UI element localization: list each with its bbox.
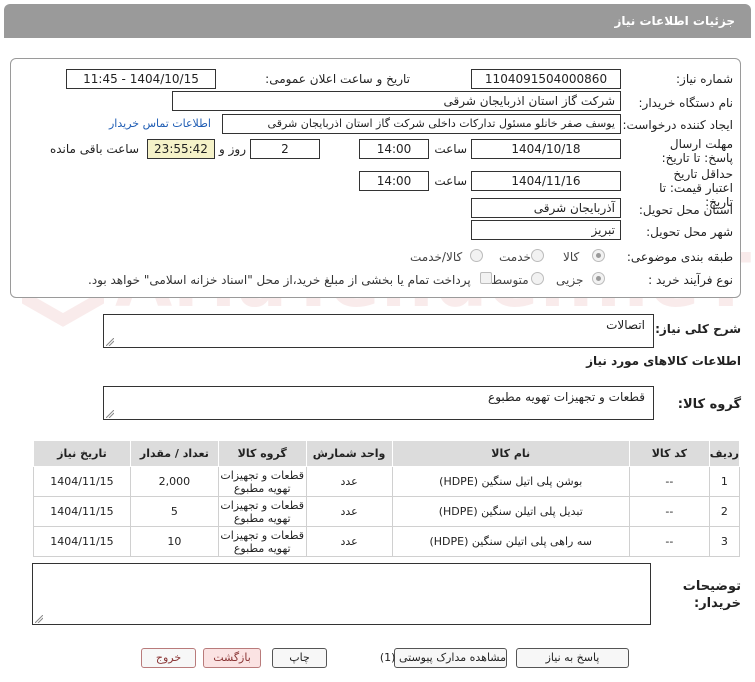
delivery-city-field: تبریز bbox=[471, 220, 621, 240]
cell-unit: عدد bbox=[305, 496, 393, 527]
cell-name: تبدیل پلی اتیلن سنگین (HDPE) bbox=[391, 496, 630, 527]
col-name: نام کالا bbox=[391, 440, 630, 467]
cell-group: قطعات و تجهیزات تهویه مطبوع bbox=[217, 526, 307, 557]
cell-code: -- bbox=[628, 526, 710, 557]
reply-deadline-time: 14:00 bbox=[359, 139, 429, 159]
resize-handle-icon[interactable] bbox=[106, 410, 114, 418]
print-button[interactable]: چاپ bbox=[272, 648, 327, 668]
col-code: کد کالا bbox=[628, 440, 710, 467]
buyer-org-field: شرکت گاز استان اذربایجان شرقی bbox=[172, 91, 621, 111]
treasury-payment-checkbox[interactable] bbox=[480, 272, 492, 284]
price-validity-time: 14:00 bbox=[359, 171, 429, 191]
category-label: طبقه بندی موضوعی: bbox=[626, 250, 733, 264]
category-radio-service[interactable] bbox=[531, 249, 544, 262]
cell-name: بوشن پلی اتیل سنگین (HDPE) bbox=[391, 466, 630, 497]
treasury-payment-note: پرداخت تمام یا بخشی از مبلغ خرید،از محل … bbox=[88, 273, 471, 287]
cell-quantity: 5 bbox=[129, 496, 219, 527]
cell-need-date: 1404/11/15 bbox=[33, 496, 131, 527]
goods-group-label: گروه کالا: bbox=[677, 397, 741, 412]
requester-label: ایجاد کننده درخواست: bbox=[622, 118, 733, 132]
need-description-field: اتصالات bbox=[103, 314, 654, 348]
delivery-province-label: استان محل تحویل: bbox=[638, 203, 733, 217]
need-description-text: اتصالات bbox=[606, 318, 645, 332]
cell-row: 3 bbox=[708, 526, 741, 557]
cell-unit: عدد bbox=[305, 466, 393, 497]
goods-group-field: قطعات و تجهیزات تهویه مطبوع bbox=[103, 386, 654, 420]
delivery-city-label: شهر محل تحویل: bbox=[646, 225, 733, 239]
cell-code: -- bbox=[628, 466, 710, 497]
process-type-label: نوع فرآیند خرید : bbox=[648, 273, 733, 287]
delivery-province-field: آذربایجان شرقی bbox=[471, 198, 621, 218]
resize-handle-icon[interactable] bbox=[106, 338, 114, 346]
process-radio-minor[interactable] bbox=[592, 272, 605, 285]
announce-datetime-label: تاریخ و ساعت اعلان عمومی: bbox=[265, 72, 410, 86]
category-radio-goods-service[interactable] bbox=[470, 249, 483, 262]
category-option-goods-service: کالا/خدمت bbox=[410, 250, 463, 264]
buyer-org-label: نام دستگاه خریدار: bbox=[638, 96, 734, 110]
page-title: جزئیات اطلاعات نیاز bbox=[4, 4, 751, 38]
cell-row: 2 bbox=[708, 496, 741, 527]
announce-datetime-field: 1404/10/15 - 11:45 bbox=[66, 69, 216, 89]
cell-unit: عدد bbox=[305, 526, 393, 557]
buyer-notes-field bbox=[32, 563, 651, 625]
cell-quantity: 2,000 bbox=[129, 466, 219, 497]
cell-name: سه راهی پلی اتیلن سنگین (HDPE) bbox=[391, 526, 630, 557]
back-button[interactable]: بازگشت bbox=[203, 648, 261, 668]
buyer-notes-label: توضیحات خریدار: bbox=[682, 579, 741, 611]
category-option-service: خدمت bbox=[499, 250, 531, 264]
resize-handle-icon[interactable] bbox=[35, 615, 43, 623]
col-unit: واحد شمارش bbox=[305, 440, 393, 467]
category-radio-goods[interactable] bbox=[592, 249, 605, 262]
requester-field: یوسف صفر خانلو مسئول تدارکات داخلی شرکت … bbox=[222, 114, 621, 134]
col-group: گروه کالا bbox=[217, 440, 307, 467]
cell-code: -- bbox=[628, 496, 710, 527]
table-row: 2 -- تبدیل پلی اتیلن سنگین (HDPE) عدد قط… bbox=[33, 496, 741, 527]
price-time-label: ساعت bbox=[434, 174, 467, 188]
table-row: 1 -- بوشن پلی اتیل سنگین (HDPE) عدد قطعا… bbox=[33, 466, 741, 497]
reply-button[interactable]: پاسخ به نیاز bbox=[516, 648, 629, 668]
goods-table: ردیف کد کالا نام کالا واحد شمارش گروه کا… bbox=[33, 440, 741, 557]
col-row: ردیف bbox=[708, 440, 741, 467]
col-need-date: تاریخ نیاز bbox=[33, 440, 131, 467]
reply-deadline-label: مهلت ارسال پاسخ: تا تاریخ: bbox=[661, 137, 733, 165]
reply-days-field: 2 bbox=[250, 139, 320, 159]
remaining-time-label: ساعت باقی مانده bbox=[49, 142, 139, 156]
category-option-goods: کالا bbox=[563, 250, 580, 264]
process-option-medium: متوسط bbox=[491, 273, 529, 287]
table-row: 3 -- سه راهی پلی اتیلن سنگین (HDPE) عدد … bbox=[33, 526, 741, 557]
reply-deadline-date: 1404/10/18 bbox=[471, 139, 621, 159]
process-option-minor: جزیی bbox=[556, 273, 584, 287]
need-number-field: 1104091504000860 bbox=[471, 69, 621, 89]
goods-table-header: ردیف کد کالا نام کالا واحد شمارش گروه کا… bbox=[33, 440, 741, 467]
process-radio-medium[interactable] bbox=[531, 272, 544, 285]
cell-quantity: 10 bbox=[129, 526, 219, 557]
cell-row: 1 bbox=[708, 466, 741, 497]
reply-days-label: روز و bbox=[219, 142, 246, 156]
cell-need-date: 1404/11/15 bbox=[33, 466, 131, 497]
price-validity-date: 1404/11/16 bbox=[471, 171, 621, 191]
reply-time-label: ساعت bbox=[434, 142, 467, 156]
col-quantity: تعداد / مقدار bbox=[129, 440, 219, 467]
remaining-time-field: 23:55:42 bbox=[147, 139, 215, 159]
exit-button[interactable]: خروج bbox=[141, 648, 196, 668]
need-number-label: شماره نیاز: bbox=[676, 72, 733, 86]
need-description-label: شرح کلی نیاز: bbox=[655, 322, 741, 336]
goods-group-text: قطعات و تجهیزات تهویه مطبوع bbox=[488, 390, 645, 404]
cell-need-date: 1404/11/15 bbox=[33, 526, 131, 557]
buyer-contact-link[interactable]: اطلاعات تماس خریدار bbox=[109, 117, 211, 130]
goods-section-title: اطلاعات کالاهای مورد نیاز bbox=[586, 354, 741, 368]
attachments-button[interactable]: مشاهده مدارک پیوستی (1) bbox=[380, 648, 507, 668]
cell-group: قطعات و تجهیزات تهویه مطبوع bbox=[217, 466, 307, 497]
cell-group: قطعات و تجهیزات تهویه مطبوع bbox=[217, 496, 307, 527]
